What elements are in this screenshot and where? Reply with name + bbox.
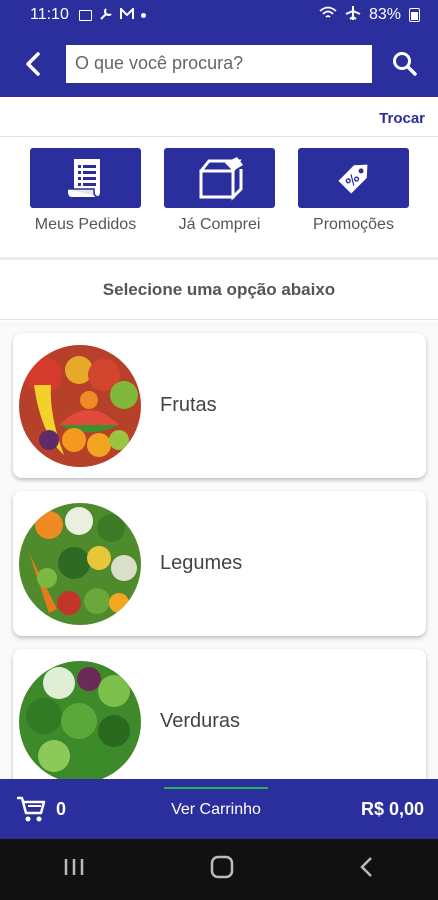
category-label: Legumes bbox=[160, 552, 243, 574]
gmail-icon bbox=[119, 6, 134, 23]
back-nav-button[interactable] bbox=[359, 856, 375, 883]
airplane-icon bbox=[345, 5, 361, 26]
my-orders-button[interactable] bbox=[30, 148, 141, 208]
status-time: 11:10 bbox=[30, 6, 69, 23]
search-icon bbox=[393, 51, 417, 76]
home-icon bbox=[210, 855, 234, 879]
back-icon bbox=[26, 51, 40, 76]
section-title: Selecione uma opção abaixo bbox=[0, 260, 438, 320]
home-button[interactable] bbox=[210, 855, 234, 884]
wrench-icon bbox=[99, 7, 113, 24]
promotions-label: Promoções bbox=[313, 216, 394, 233]
promotions-action[interactable]: % Promoções bbox=[298, 148, 409, 234]
cart-bar: 0 Ver Carrinho R$ 0,00 bbox=[0, 779, 438, 839]
search-button[interactable] bbox=[372, 30, 438, 97]
recent-apps-button[interactable] bbox=[63, 857, 85, 882]
vegetables-image bbox=[19, 502, 141, 625]
cart-icon bbox=[17, 796, 46, 822]
category-label: Frutas bbox=[160, 394, 217, 416]
cart-button[interactable] bbox=[16, 795, 46, 828]
already-bought-action[interactable]: Já Comprei bbox=[164, 148, 275, 234]
my-orders-action[interactable]: Meus Pedidos bbox=[30, 148, 141, 234]
box-icon bbox=[199, 157, 243, 201]
back-button[interactable] bbox=[0, 30, 66, 97]
cart-total: R$ 0,00 bbox=[360, 799, 424, 819]
store-switch-row: Trocar bbox=[0, 97, 438, 137]
battery-percent: 83% bbox=[368, 6, 401, 23]
wifi-icon bbox=[319, 6, 337, 25]
greens-image bbox=[19, 660, 141, 779]
status-bar: 11:10 83% bbox=[0, 0, 438, 30]
already-bought-button[interactable] bbox=[164, 148, 275, 208]
promotions-button[interactable]: % bbox=[298, 148, 409, 208]
fruits-image bbox=[19, 344, 141, 467]
tag-icon: % bbox=[337, 164, 367, 194]
dot-icon bbox=[140, 12, 146, 18]
category-list: Frutas Legumes Verduras bbox=[0, 321, 438, 779]
search-input[interactable]: O que você procura? bbox=[66, 44, 372, 83]
receipt-icon bbox=[67, 159, 100, 198]
my-orders-label: Meus Pedidos bbox=[34, 216, 137, 233]
already-bought-label: Já Comprei bbox=[178, 216, 261, 233]
category-card-legumes[interactable]: Legumes bbox=[13, 491, 426, 636]
battery-icon bbox=[409, 8, 420, 22]
system-nav-bar bbox=[0, 839, 438, 900]
search-placeholder: O que você procura? bbox=[75, 53, 244, 73]
view-cart-button[interactable]: Ver Carrinho bbox=[164, 787, 268, 831]
trocar-link[interactable]: Trocar bbox=[379, 110, 425, 127]
view-cart-label: Ver Carrinho bbox=[171, 801, 261, 818]
cart-count: 0 bbox=[56, 799, 67, 819]
recent-apps-icon bbox=[64, 859, 83, 875]
back-nav-icon bbox=[360, 857, 373, 877]
image-icon bbox=[78, 9, 92, 21]
category-label: Verduras bbox=[160, 710, 241, 732]
app-bar: O que você procura? bbox=[0, 30, 438, 97]
category-card-frutas[interactable]: Frutas bbox=[13, 333, 426, 478]
category-card-verduras[interactable]: Verduras bbox=[13, 649, 426, 779]
